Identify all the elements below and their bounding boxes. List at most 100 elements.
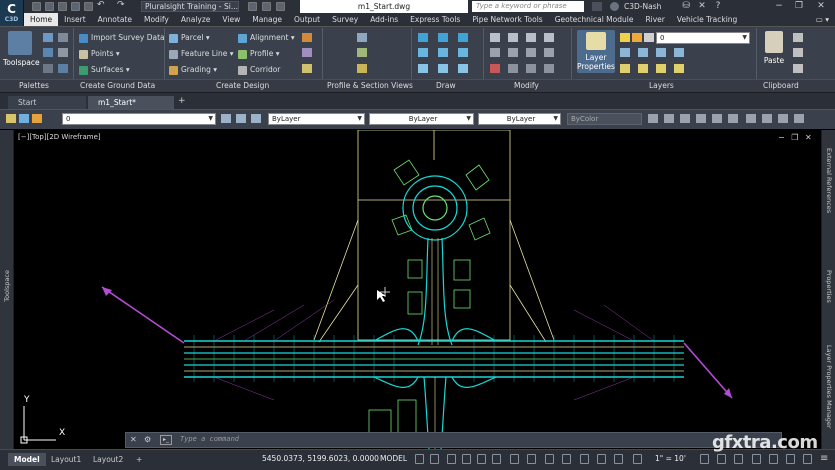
redo-icon[interactable]: ↷	[117, 0, 125, 10]
hatch-icon[interactable]	[458, 48, 468, 57]
layer-match-icon[interactable]	[620, 48, 630, 57]
quick-properties-icon[interactable]	[752, 454, 761, 464]
grid-icon[interactable]	[415, 454, 424, 464]
layout-tab-layout2[interactable]: Layout2	[87, 453, 129, 466]
layer-state-icon[interactable]	[6, 114, 16, 123]
alignment-button[interactable]: Alignment ▾	[238, 32, 295, 43]
panel-title-create-design[interactable]: Create Design	[216, 80, 269, 92]
points-button[interactable]: Points ▾	[79, 48, 120, 59]
external-references-tab[interactable]: External References	[825, 148, 833, 213]
point-icon[interactable]	[458, 64, 468, 73]
polar-icon[interactable]	[492, 454, 501, 464]
restore-icon[interactable]: ❐	[790, 0, 808, 13]
layer-on-icon[interactable]	[656, 64, 666, 73]
properties-tool-6-icon[interactable]	[728, 114, 738, 123]
new-tab-icon[interactable]: +	[178, 96, 186, 106]
layer-off-icon[interactable]	[674, 48, 684, 57]
isolate-icon[interactable]	[19, 114, 29, 123]
ribbon-tab-modify[interactable]: Modify	[138, 13, 175, 26]
ribbon-tab-river[interactable]: River	[639, 13, 670, 26]
scale-icon[interactable]	[508, 48, 518, 57]
move-icon[interactable]	[490, 33, 500, 42]
properties-tool-2-icon[interactable]	[664, 114, 674, 123]
dynamic-input-icon[interactable]	[462, 454, 471, 464]
object-snap-tracking-icon[interactable]	[527, 454, 536, 464]
intersection-icon[interactable]	[302, 33, 312, 42]
rotate-icon[interactable]	[544, 33, 554, 42]
new-file-icon[interactable]	[32, 2, 41, 11]
layer-isolate-icon[interactable]	[638, 48, 648, 57]
print-icon[interactable]	[84, 2, 93, 11]
properties-tool-1-icon[interactable]	[648, 114, 658, 123]
polyline-icon[interactable]	[438, 33, 448, 42]
layer-lock-icon[interactable]	[674, 64, 684, 73]
ribbon-tab-output[interactable]: Output	[288, 13, 326, 26]
isodraft-icon[interactable]	[510, 454, 519, 464]
plotstyle-selector[interactable]: ByColor	[567, 113, 642, 125]
color-selector[interactable]: ByLayer ▼	[268, 113, 365, 125]
command-line[interactable]: ✕ ⚙ ▸_ Type a command	[125, 432, 782, 448]
spline-icon[interactable]	[418, 64, 428, 73]
assembly-icon[interactable]	[302, 48, 312, 57]
annotation-monitor-icon[interactable]	[717, 454, 726, 464]
match-properties-icon[interactable]	[793, 64, 803, 73]
layer-freeze-icon[interactable]	[656, 48, 666, 57]
properties-tool-5-icon[interactable]	[712, 114, 722, 123]
panel-title-palettes[interactable]: Palettes	[19, 80, 49, 92]
open-file-icon[interactable]	[45, 2, 54, 11]
properties-tool-9-icon[interactable]	[778, 114, 788, 123]
selection-cycling-icon[interactable]	[597, 454, 606, 464]
properties-tool-4-icon[interactable]	[696, 114, 706, 123]
grading-button[interactable]: Grading ▾	[169, 64, 217, 75]
ribbon-tab-vehicle-tracking[interactable]: Vehicle Tracking	[671, 13, 743, 26]
match-layer-icon[interactable]	[236, 114, 246, 123]
layer-dropdown[interactable]: 0 ▼	[656, 32, 750, 44]
ribbon-tab-pipe-network-tools[interactable]: Pipe Network Tools	[466, 13, 548, 26]
ribbon-tab-home[interactable]: Home	[24, 13, 59, 26]
share-icon[interactable]	[248, 2, 257, 11]
coordinate-readout[interactable]: 5450.0373, 5199.6023, 0.0000	[262, 454, 379, 463]
workspace-switch-icon[interactable]	[700, 454, 709, 464]
close-icon[interactable]: ✕	[130, 435, 137, 444]
rectangle-icon[interactable]	[438, 48, 448, 57]
properties-tool-3-icon[interactable]	[680, 114, 690, 123]
corridor-button[interactable]: Corridor	[238, 64, 280, 75]
bulb-icon[interactable]	[620, 33, 630, 42]
panel-title-layers[interactable]: Layers	[649, 80, 674, 92]
user-icon[interactable]	[610, 2, 619, 11]
circle-icon[interactable]	[418, 48, 428, 57]
layer-selector[interactable]: 0 ▼	[62, 113, 216, 125]
pipe-network-icon[interactable]	[302, 64, 312, 73]
units-icon[interactable]	[734, 454, 743, 464]
cut-icon[interactable]	[793, 33, 803, 42]
previous-layer-icon[interactable]	[251, 114, 261, 123]
ribbon-tab-survey[interactable]: Survey	[326, 13, 364, 26]
explode-icon[interactable]	[508, 64, 518, 73]
doc-tab-start[interactable]: Start	[8, 96, 86, 110]
layer-properties-button[interactable]: Layer Properties	[577, 30, 615, 73]
offset-icon[interactable]	[526, 64, 536, 73]
user-name[interactable]: C3D-Nash	[624, 0, 661, 13]
mirror-icon[interactable]	[490, 48, 500, 57]
sun-icon[interactable]	[632, 33, 642, 42]
fillet-icon[interactable]	[544, 48, 554, 57]
3d-osnap-icon[interactable]	[614, 454, 623, 464]
model-space-toggle[interactable]: MODEL	[380, 454, 407, 463]
toolspace-palette[interactable]: Toolspace	[0, 130, 14, 449]
help-icon[interactable]: ?	[709, 0, 727, 13]
close-icon[interactable]: ✕	[812, 0, 830, 13]
command-input[interactable]: Type a command	[180, 435, 239, 443]
add-layout-icon[interactable]: +	[130, 453, 148, 466]
lock-ui-icon[interactable]	[769, 454, 778, 464]
erase-icon[interactable]	[490, 64, 500, 73]
snap-icon[interactable]	[430, 454, 439, 464]
feature-line-button[interactable]: Feature Line ▾	[169, 48, 234, 59]
copy-clip-icon[interactable]	[793, 48, 803, 57]
toolspace-button[interactable]: Toolspace	[3, 31, 40, 67]
ribbon-minimize-icon[interactable]: ▭ ▾	[810, 13, 835, 26]
ribbon-tab-geotechnical-module[interactable]: Geotechnical Module	[549, 13, 640, 26]
ortho-icon[interactable]	[477, 454, 486, 464]
doc-tab-m1-start[interactable]: m1_Start*	[88, 96, 174, 110]
infer-icon[interactable]	[447, 454, 456, 464]
panel-title-clipboard[interactable]: Clipboard	[763, 80, 799, 92]
